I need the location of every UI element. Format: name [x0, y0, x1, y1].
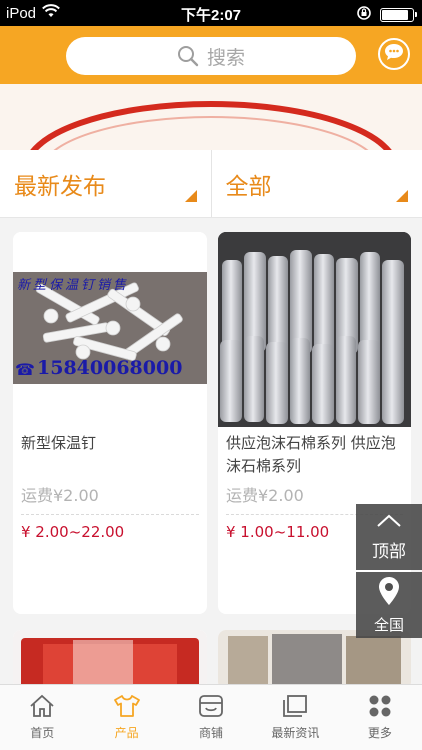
tab-more-label: 更多 — [367, 726, 392, 740]
tab-bar: 首页 产品 商铺 最新资讯 更多 — [0, 684, 422, 750]
status-bar: iPod 下午2:07 — [0, 0, 422, 26]
product-card[interactable]: 新型保温钉销售 ☎ 15840068000 新型保温钉 运费¥2.00 ¥ 2.… — [13, 232, 207, 614]
region-label: 全国 — [373, 615, 404, 634]
sort-filter[interactable]: 最新发布 — [0, 150, 211, 217]
product-card[interactable] — [13, 630, 207, 690]
back-to-top-label: 顶部 — [372, 541, 406, 562]
tab-home[interactable]: 首页 — [0, 685, 84, 750]
image-caption-phone: 15840068000 — [37, 357, 183, 379]
region-button[interactable]: 全国 — [356, 572, 422, 638]
shipping-fee: 运费¥2.00 — [226, 486, 304, 505]
phone-icon: ☎ — [15, 360, 35, 379]
tab-shops[interactable]: 商铺 — [169, 685, 253, 750]
product-title: 供应泡沫石棉系列 供应泡沫石棉系列 — [226, 434, 396, 475]
tab-products[interactable]: 产品 — [84, 685, 168, 750]
header: 搜索 — [0, 26, 422, 84]
sort-filter-label: 最新发布 — [14, 173, 106, 200]
chat-bubble-icon — [384, 43, 404, 65]
shirt-icon — [113, 694, 141, 718]
product-image — [218, 630, 411, 690]
more-icon — [368, 694, 392, 718]
news-icon — [282, 694, 308, 718]
battery-icon — [380, 8, 417, 22]
dropdown-triangle-icon — [184, 190, 197, 202]
image-caption-top: 新型保温钉销售 — [17, 278, 130, 293]
search-placeholder: 搜索 — [206, 46, 245, 69]
rotation-lock-icon — [356, 5, 372, 25]
promo-banner[interactable] — [0, 84, 422, 150]
search-input[interactable]: 搜索 — [66, 37, 356, 75]
message-button[interactable] — [378, 38, 410, 70]
product-image — [218, 232, 411, 427]
shipping-fee: 运费¥2.00 — [21, 486, 99, 505]
price-range: ¥ 2.00~22.00 — [21, 523, 125, 541]
filter-bar: 最新发布 全部 — [0, 150, 422, 218]
banner-image — [0, 84, 422, 150]
dropdown-triangle-icon — [396, 190, 408, 202]
tab-home-label: 首页 — [30, 726, 55, 740]
battery-fill — [382, 10, 408, 20]
product-image — [13, 630, 207, 690]
tab-shops-label: 商铺 — [199, 726, 224, 740]
tab-products-label: 产品 — [114, 726, 139, 740]
tab-news-label: 最新资讯 — [271, 726, 320, 740]
chevron-up-icon — [376, 513, 402, 533]
tab-more[interactable]: 更多 — [338, 685, 422, 750]
back-to-top-button[interactable]: 顶部 — [356, 504, 422, 570]
location-pin-icon — [378, 576, 400, 610]
tab-news[interactable]: 最新资讯 — [253, 685, 337, 750]
product-title: 新型保温钉 — [21, 434, 97, 452]
category-filter-label: 全部 — [225, 173, 272, 200]
price-range: ¥ 1.00~11.00 — [226, 523, 330, 541]
product-card[interactable] — [218, 630, 411, 690]
shop-icon — [198, 694, 224, 718]
search-icon — [177, 45, 199, 67]
home-icon — [29, 694, 55, 718]
product-image: 新型保温钉销售 ☎ 15840068000 — [13, 232, 207, 427]
category-filter[interactable]: 全部 — [210, 150, 422, 217]
divider — [21, 514, 199, 515]
